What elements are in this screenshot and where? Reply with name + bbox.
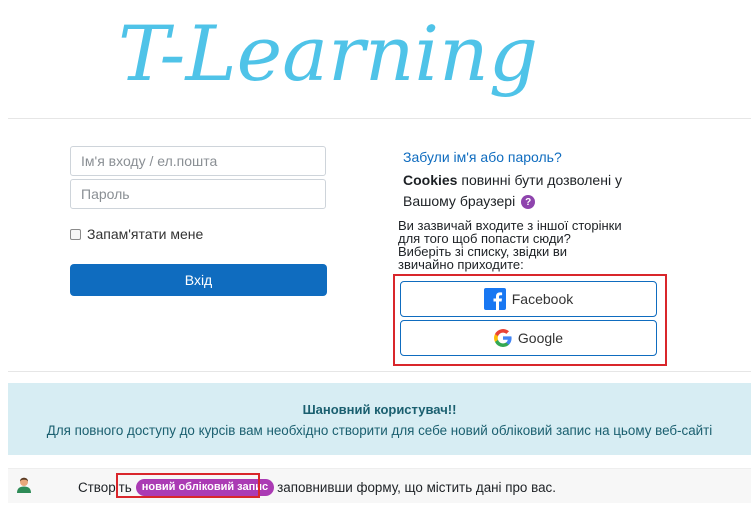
cookies-notice: Cookies повинні бути дозволені у Вашому … bbox=[403, 170, 663, 212]
divider bbox=[8, 118, 751, 119]
cookies-line1: повинні бути дозволені у bbox=[457, 172, 622, 188]
remember-label: Запам'ятати мене bbox=[87, 226, 204, 242]
signup-suffix: заповнивши форму, що містить дані про ва… bbox=[277, 480, 556, 495]
google-icon bbox=[493, 329, 512, 347]
cookies-line2: Вашому браузері bbox=[403, 193, 516, 209]
password-input[interactable] bbox=[70, 179, 326, 209]
idp-line: звичайно приходите: bbox=[398, 257, 524, 272]
google-label: Google bbox=[517, 330, 564, 346]
notice-body: Для повного доступу до курсів вам необхі… bbox=[46, 423, 713, 438]
facebook-icon bbox=[483, 288, 506, 310]
user-icon bbox=[17, 477, 31, 493]
username-input[interactable] bbox=[70, 146, 326, 176]
divider bbox=[8, 371, 751, 372]
signup-highlight bbox=[116, 473, 260, 498]
forgot-password-link[interactable]: Забули ім'я або пароль? bbox=[403, 149, 562, 165]
signup-notice: Шановний користувач!! Для повного доступ… bbox=[8, 383, 751, 455]
site-logo-text: T-Learning bbox=[118, 9, 538, 98]
notice-title: Шановний користувач!! bbox=[302, 402, 457, 417]
site-logo: T-Learning bbox=[118, 4, 538, 100]
facebook-login-button[interactable]: Facebook bbox=[400, 281, 657, 317]
cookies-bold: Cookies bbox=[403, 172, 458, 188]
question-circle-icon[interactable]: ? bbox=[521, 195, 536, 210]
login-button-label: Вхід bbox=[184, 272, 213, 288]
google-login-button[interactable]: Google bbox=[400, 320, 657, 356]
remember-checkbox[interactable] bbox=[70, 228, 81, 240]
idp-instructions: Ви зазвичай входите з іншої сторінки для… bbox=[398, 219, 668, 271]
remember-me[interactable]: Запам'ятати мене bbox=[70, 226, 203, 242]
login-button[interactable]: Вхід bbox=[70, 264, 327, 296]
facebook-label: Facebook bbox=[511, 291, 574, 307]
